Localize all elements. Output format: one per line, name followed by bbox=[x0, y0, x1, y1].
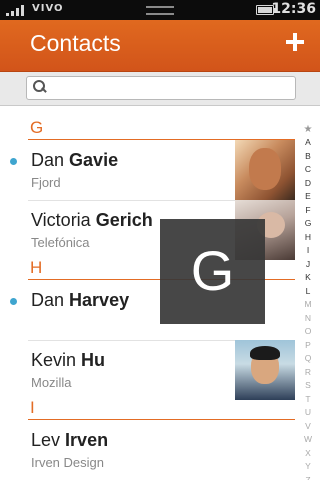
index-letter-b[interactable]: B bbox=[300, 150, 316, 164]
index-letter-e[interactable]: E bbox=[300, 190, 316, 204]
index-letter-p[interactable]: P bbox=[300, 339, 316, 353]
app-header: Contacts bbox=[0, 20, 320, 72]
overlay-letter: G bbox=[190, 239, 235, 302]
index-letter-g[interactable]: G bbox=[300, 217, 316, 231]
index-letter-c[interactable]: C bbox=[300, 163, 316, 177]
index-letter-y[interactable]: Y bbox=[300, 460, 316, 474]
carrier-name: VIVO bbox=[32, 3, 64, 14]
section-letter: H bbox=[30, 258, 43, 277]
index-letter-m[interactable]: M bbox=[300, 298, 316, 312]
favorite-dot bbox=[10, 158, 17, 165]
section-header-i: I bbox=[28, 398, 295, 420]
contact-name: Victoria Gerich bbox=[31, 210, 153, 230]
section-letter: G bbox=[30, 118, 44, 137]
search-bar bbox=[0, 72, 320, 106]
index-letter-z[interactable]: Z bbox=[300, 474, 316, 480]
favorites-star-icon[interactable]: ★ bbox=[300, 124, 316, 136]
search-field[interactable] bbox=[26, 76, 296, 100]
contact-photo bbox=[235, 340, 295, 400]
current-letter-overlay: G bbox=[160, 219, 265, 324]
index-letter-n[interactable]: N bbox=[300, 312, 316, 326]
contact-photo bbox=[235, 140, 295, 200]
section-header-g: G bbox=[28, 118, 295, 140]
section-letter: I bbox=[30, 398, 35, 417]
favorite-dot bbox=[10, 298, 17, 305]
index-letter-q[interactable]: Q bbox=[300, 352, 316, 366]
status-bar: VIVO 12:36 bbox=[0, 0, 320, 20]
contact-org: Fjord bbox=[31, 175, 61, 190]
contact-org: Mozilla bbox=[31, 375, 72, 390]
search-input[interactable] bbox=[51, 79, 291, 97]
notification-handle-icon[interactable] bbox=[146, 6, 174, 15]
contact-name: Dan Harvey bbox=[31, 290, 130, 310]
index-letter-i[interactable]: I bbox=[300, 244, 316, 258]
contact-org: Irven Design bbox=[31, 455, 104, 470]
index-letter-s[interactable]: S bbox=[300, 379, 316, 393]
index-letter-x[interactable]: X bbox=[300, 447, 316, 461]
contact-org: Telefónica bbox=[31, 235, 90, 250]
index-letter-h[interactable]: H bbox=[300, 231, 316, 245]
clock: 12:36 bbox=[271, 1, 316, 17]
index-letter-w[interactable]: W bbox=[300, 433, 316, 447]
index-letter-k[interactable]: K bbox=[300, 271, 316, 285]
contact-name: Dan Gavie bbox=[31, 150, 119, 170]
signal-bars-icon bbox=[6, 5, 26, 16]
index-letter-r[interactable]: R bbox=[300, 366, 316, 380]
index-letter-a[interactable]: A bbox=[300, 136, 316, 150]
page-title: Contacts bbox=[30, 30, 121, 56]
contact-name: Lev Irven bbox=[31, 430, 109, 450]
add-contact-button[interactable] bbox=[286, 33, 304, 51]
contact-name: Kevin Hu bbox=[31, 350, 106, 370]
index-letter-t[interactable]: T bbox=[300, 393, 316, 407]
alphabet-index[interactable]: ★ ABCDEFGHIJKLMNOPQRSTUVWXYZ bbox=[300, 124, 316, 480]
index-letter-u[interactable]: U bbox=[300, 406, 316, 420]
index-letter-v[interactable]: V bbox=[300, 420, 316, 434]
index-letter-l[interactable]: L bbox=[300, 285, 316, 299]
index-letter-o[interactable]: O bbox=[300, 325, 316, 339]
index-letter-j[interactable]: J bbox=[300, 258, 316, 272]
contact-row-lev-irven[interactable]: Lev Irven Irven Design bbox=[0, 420, 300, 480]
index-letter-f[interactable]: F bbox=[300, 204, 316, 218]
search-icon bbox=[33, 80, 47, 94]
index-letter-d[interactable]: D bbox=[300, 177, 316, 191]
